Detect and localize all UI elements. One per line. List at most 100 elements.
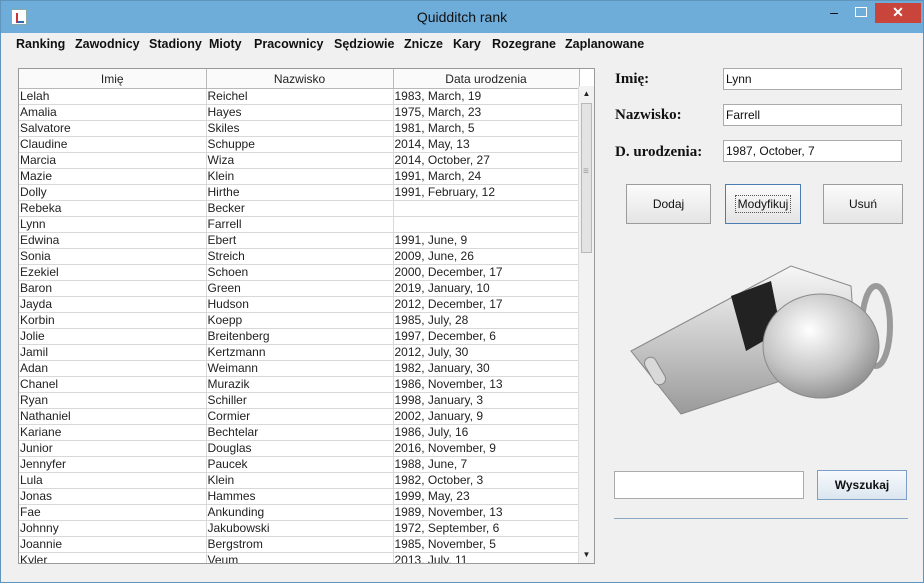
cell-imie[interactable]: Jonas [19, 488, 207, 505]
table-row[interactable]: Kyler Veum 2013, July, 11 [19, 552, 580, 563]
scroll-up-arrow-icon[interactable]: ▲ [579, 86, 594, 102]
cell-data-urodzenia[interactable]: 1991, June, 9 [393, 232, 580, 249]
menu-rozegrane[interactable]: Rozegrane [492, 37, 556, 51]
cell-data-urodzenia[interactable]: 1991, March, 24 [393, 168, 580, 185]
close-button[interactable]: ✕ [875, 3, 921, 23]
cell-imie[interactable]: Jamil [19, 344, 207, 361]
cell-data-urodzenia[interactable]: 1986, July, 16 [393, 424, 580, 441]
menu-pracownicy[interactable]: Pracownicy [254, 37, 323, 51]
cell-nazwisko[interactable]: Schoen [206, 264, 394, 281]
cell-imie[interactable]: Ezekiel [19, 264, 207, 281]
cell-nazwisko[interactable]: Hayes [206, 104, 394, 121]
cell-nazwisko[interactable]: Klein [206, 472, 394, 489]
cell-data-urodzenia[interactable]: 2009, June, 26 [393, 248, 580, 265]
cell-data-urodzenia[interactable]: 2012, July, 30 [393, 344, 580, 361]
cell-imie[interactable]: Ryan [19, 392, 207, 409]
cell-data-urodzenia[interactable]: 1989, November, 13 [393, 504, 580, 521]
table-row[interactable]: Korbin Koepp 1985, July, 28 [19, 312, 580, 329]
cell-data-urodzenia[interactable]: 2000, December, 17 [393, 264, 580, 281]
cell-imie[interactable]: Marcia [19, 152, 207, 169]
maximize-button[interactable] [848, 3, 874, 23]
cell-imie[interactable]: Dolly [19, 184, 207, 201]
cell-data-urodzenia[interactable]: 1997, December, 6 [393, 328, 580, 345]
cell-nazwisko[interactable]: Skiles [206, 120, 394, 137]
table-row[interactable]: Fae Ankunding 1989, November, 13 [19, 504, 580, 521]
table-row[interactable]: Junior Douglas 2016, November, 9 [19, 440, 580, 457]
cell-data-urodzenia[interactable]: 2014, October, 27 [393, 152, 580, 169]
table-row[interactable]: Jennyfer Paucek 1988, June, 7 [19, 456, 580, 473]
table-row[interactable]: Mazie Klein 1991, March, 24 [19, 168, 580, 185]
cell-imie[interactable]: Lynn [19, 216, 207, 233]
cell-nazwisko[interactable]: Kertzmann [206, 344, 394, 361]
cell-nazwisko[interactable]: Klein [206, 168, 394, 185]
cell-nazwisko[interactable]: Ankunding [206, 504, 394, 521]
table-row[interactable]: Lynn Farrell [19, 216, 580, 233]
cell-data-urodzenia[interactable]: 1988, June, 7 [393, 456, 580, 473]
minimize-button[interactable]: – [821, 3, 847, 23]
cell-nazwisko[interactable]: Koepp [206, 312, 394, 329]
modify-button[interactable]: Modyfikuj [725, 184, 801, 224]
cell-data-urodzenia[interactable]: 1983, March, 19 [393, 88, 580, 105]
cell-data-urodzenia[interactable]: 1981, March, 5 [393, 120, 580, 137]
table-row[interactable]: Jayda Hudson 2012, December, 17 [19, 296, 580, 313]
menu-sedziowie[interactable]: Sędziowie [334, 37, 394, 51]
table-row[interactable]: Marcia Wiza 2014, October, 27 [19, 152, 580, 169]
cell-imie[interactable]: Fae [19, 504, 207, 521]
cell-imie[interactable]: Baron [19, 280, 207, 297]
cell-nazwisko[interactable]: Breitenberg [206, 328, 394, 345]
cell-nazwisko[interactable]: Schiller [206, 392, 394, 409]
cell-nazwisko[interactable]: Farrell [206, 216, 394, 233]
table-row[interactable]: Claudine Schuppe 2014, May, 13 [19, 136, 580, 153]
cell-data-urodzenia[interactable]: 1985, November, 5 [393, 536, 580, 553]
table-row[interactable]: Dolly Hirthe 1991, February, 12 [19, 184, 580, 201]
imie-field[interactable]: Lynn [723, 68, 902, 90]
cell-data-urodzenia[interactable]: 2012, December, 17 [393, 296, 580, 313]
cell-data-urodzenia[interactable]: 1982, October, 3 [393, 472, 580, 489]
cell-imie[interactable]: Edwina [19, 232, 207, 249]
menu-zaplanowane[interactable]: Zaplanowane [565, 37, 644, 51]
menu-znicze[interactable]: Znicze [404, 37, 443, 51]
cell-imie[interactable]: Jayda [19, 296, 207, 313]
cell-imie[interactable]: Kariane [19, 424, 207, 441]
table-row[interactable]: Johnny Jakubowski 1972, September, 6 [19, 520, 580, 537]
cell-data-urodzenia[interactable]: 2016, November, 9 [393, 440, 580, 457]
cell-data-urodzenia[interactable]: 2013, July, 11 [393, 552, 580, 563]
cell-imie[interactable]: Salvatore [19, 120, 207, 137]
table-row[interactable]: Jonas Hammes 1999, May, 23 [19, 488, 580, 505]
cell-data-urodzenia[interactable]: 1972, September, 6 [393, 520, 580, 537]
cell-imie[interactable]: Joannie [19, 536, 207, 553]
cell-nazwisko[interactable]: Streich [206, 248, 394, 265]
table-row[interactable]: Edwina Ebert 1991, June, 9 [19, 232, 580, 249]
cell-imie[interactable]: Kyler [19, 552, 207, 563]
table-row[interactable]: Sonia Streich 2009, June, 26 [19, 248, 580, 265]
cell-data-urodzenia[interactable] [393, 216, 580, 233]
cell-nazwisko[interactable]: Becker [206, 200, 394, 217]
cell-imie[interactable]: Mazie [19, 168, 207, 185]
menu-ranking[interactable]: Ranking [16, 37, 65, 51]
cell-data-urodzenia[interactable]: 1991, February, 12 [393, 184, 580, 201]
table-row[interactable]: Nathaniel Cormier 2002, January, 9 [19, 408, 580, 425]
table-row[interactable]: Kariane Bechtelar 1986, July, 16 [19, 424, 580, 441]
cell-nazwisko[interactable]: Murazik [206, 376, 394, 393]
table-row[interactable]: Ezekiel Schoen 2000, December, 17 [19, 264, 580, 281]
column-header-imie[interactable]: Imię [19, 69, 207, 89]
cell-data-urodzenia[interactable]: 1998, January, 3 [393, 392, 580, 409]
cell-imie[interactable]: Sonia [19, 248, 207, 265]
cell-nazwisko[interactable]: Jakubowski [206, 520, 394, 537]
cell-imie[interactable]: Amalia [19, 104, 207, 121]
search-input[interactable] [614, 471, 804, 499]
cell-nazwisko[interactable]: Ebert [206, 232, 394, 249]
cell-nazwisko[interactable]: Hudson [206, 296, 394, 313]
column-header-nazwisko[interactable]: Nazwisko [206, 69, 394, 89]
table-row[interactable]: Lula Klein 1982, October, 3 [19, 472, 580, 489]
cell-nazwisko[interactable]: Paucek [206, 456, 394, 473]
menu-mioty[interactable]: Mioty [209, 37, 242, 51]
cell-data-urodzenia[interactable]: 2014, May, 13 [393, 136, 580, 153]
cell-nazwisko[interactable]: Weimann [206, 360, 394, 377]
cell-imie[interactable]: Junior [19, 440, 207, 457]
cell-nazwisko[interactable]: Hirthe [206, 184, 394, 201]
table-row[interactable]: Jamil Kertzmann 2012, July, 30 [19, 344, 580, 361]
cell-data-urodzenia[interactable]: 2019, January, 10 [393, 280, 580, 297]
cell-data-urodzenia[interactable]: 1975, March, 23 [393, 104, 580, 121]
cell-imie[interactable]: Korbin [19, 312, 207, 329]
